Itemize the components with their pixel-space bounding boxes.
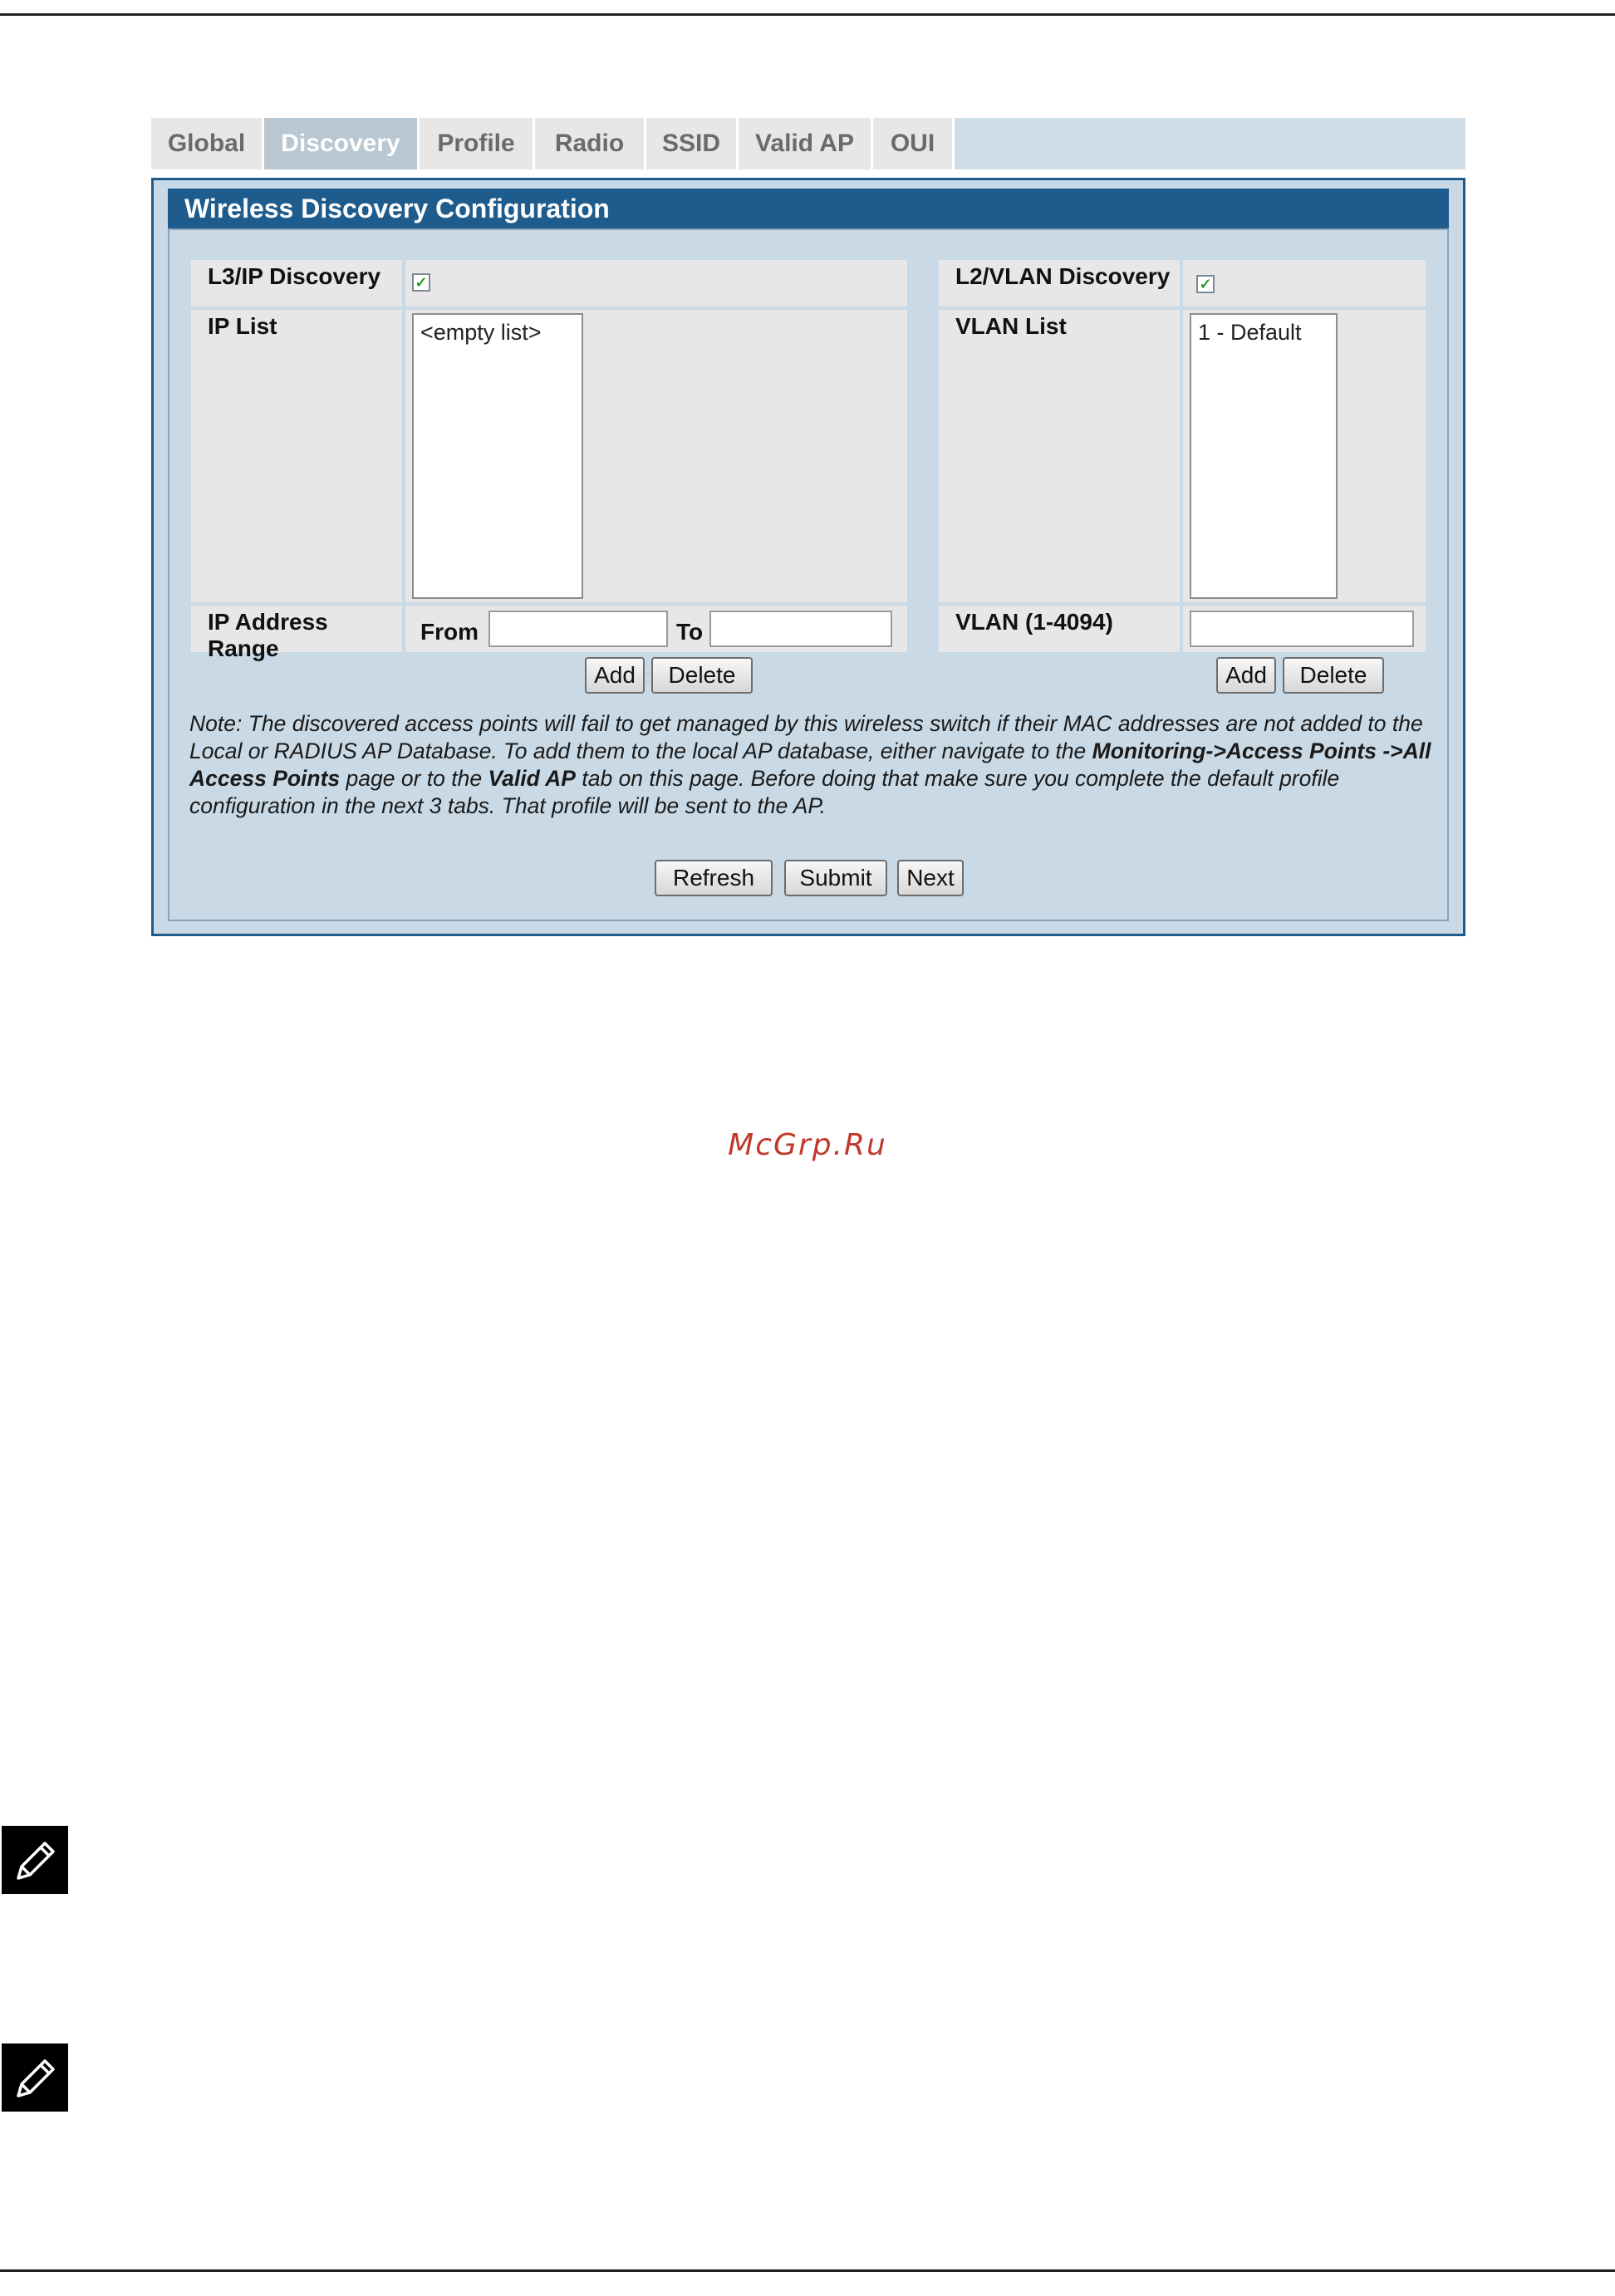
- ip-list-box[interactable]: <empty list>: [412, 313, 583, 599]
- panel-body: L3/IP Discovery ✓ IP List <empty list> I…: [168, 228, 1449, 921]
- tab-ssid[interactable]: SSID: [646, 118, 739, 169]
- l3-discovery-checkbox[interactable]: ✓: [412, 273, 430, 292]
- vlan-id-input[interactable]: [1190, 611, 1414, 647]
- ip-range-label: IP Address Range: [191, 606, 402, 661]
- ip-range-cell: From To: [405, 606, 907, 652]
- refresh-button[interactable]: Refresh: [655, 860, 773, 896]
- tab-oui[interactable]: OUI: [873, 118, 955, 169]
- ip-to-input[interactable]: [709, 611, 892, 647]
- vlan-add-button[interactable]: Add: [1216, 657, 1276, 694]
- ip-list-item[interactable]: <empty list>: [420, 320, 575, 346]
- tab-valid-ap[interactable]: Valid AP: [739, 118, 873, 169]
- vlan-list-cell: 1 - Default: [1183, 310, 1426, 602]
- check-icon: ✓: [415, 274, 428, 291]
- ui-screenshot: Global Discovery Profile Radio SSID Vali…: [151, 118, 1465, 936]
- watermark: McGrp.Ru: [728, 1128, 887, 1162]
- note-bold-valid-ap: Valid AP: [488, 766, 576, 791]
- ip-from-input[interactable]: [488, 611, 668, 647]
- pencil-icon: [2, 1826, 68, 1894]
- vlan-list-label: VLAN List: [939, 310, 1180, 602]
- ip-add-button[interactable]: Add: [585, 657, 645, 694]
- note-text: Note: The discovered access points will …: [189, 710, 1436, 820]
- pencil-icon: [2, 2043, 68, 2112]
- tab-profile[interactable]: Profile: [420, 118, 535, 169]
- panel-title: Wireless Discovery Configuration: [168, 189, 1449, 228]
- check-icon: ✓: [1199, 276, 1212, 292]
- tab-discovery[interactable]: Discovery: [264, 118, 420, 169]
- l2-discovery-checkbox[interactable]: ✓: [1196, 275, 1215, 293]
- vlan-id-label: VLAN (1-4094): [939, 606, 1180, 652]
- l2-discovery-label: L2/VLAN Discovery: [939, 260, 1180, 307]
- vlan-delete-button[interactable]: Delete: [1283, 657, 1384, 694]
- ip-delete-button[interactable]: Delete: [651, 657, 753, 694]
- vlan-list-item[interactable]: 1 - Default: [1198, 320, 1329, 346]
- from-label: From: [420, 619, 479, 645]
- ip-list-cell: <empty list>: [405, 310, 907, 602]
- page-bottom-rule: [0, 2269, 1615, 2272]
- note-part-2: page or to the: [340, 766, 488, 791]
- ip-list-label: IP List: [191, 310, 402, 602]
- next-button[interactable]: Next: [897, 860, 964, 896]
- to-label: To: [676, 619, 704, 645]
- submit-button[interactable]: Submit: [784, 860, 887, 896]
- vlan-id-cell: [1183, 606, 1426, 652]
- tab-bar: Global Discovery Profile Radio SSID Vali…: [151, 118, 1465, 169]
- tab-radio[interactable]: Radio: [535, 118, 646, 169]
- l3-discovery-cell: ✓: [405, 260, 907, 307]
- tab-global[interactable]: Global: [151, 118, 264, 169]
- l2-discovery-cell: ✓: [1183, 260, 1426, 307]
- page-top-rule: [0, 13, 1615, 16]
- discovery-panel: Wireless Discovery Configuration L3/IP D…: [151, 178, 1465, 936]
- vlan-list-box[interactable]: 1 - Default: [1190, 313, 1338, 599]
- l3-discovery-label: L3/IP Discovery: [191, 260, 402, 307]
